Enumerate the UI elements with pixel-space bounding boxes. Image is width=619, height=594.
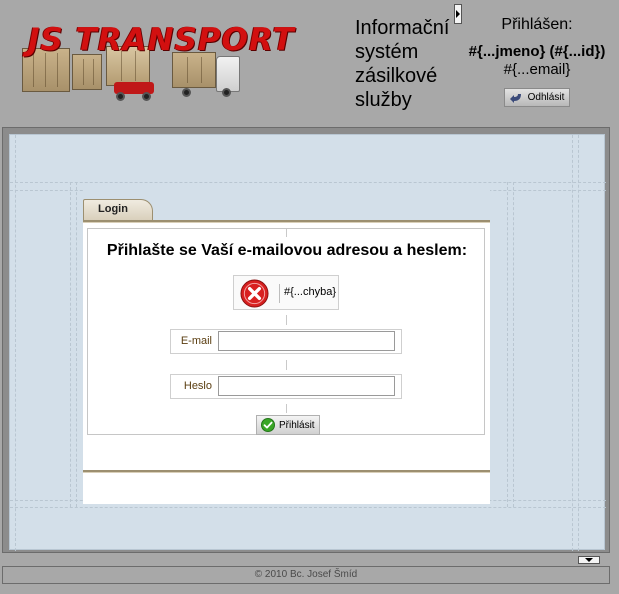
- connector-line: [286, 360, 287, 370]
- layout-guide: [70, 182, 71, 507]
- login-status: Přihlášen:: [501, 16, 573, 33]
- app-title: Informační systém zásilkové služby: [355, 16, 465, 112]
- layout-guide: [10, 507, 606, 508]
- company-logo: JS TRANSPORT: [22, 16, 322, 108]
- app-title-line: Informační: [355, 17, 450, 39]
- login-panel: Login Přihlašte se Vaší e-mailovou adres…: [83, 190, 490, 504]
- login-form: Přihlašte se Vaší e-mailovou adresou a h…: [87, 228, 485, 435]
- email-row: E-mail: [170, 329, 402, 354]
- tab-divider: [83, 220, 490, 223]
- password-row: Heslo: [170, 374, 402, 399]
- container-illustration-2: [72, 54, 102, 90]
- logout-label: Odhlásit: [527, 92, 565, 103]
- layout-guide: [513, 182, 514, 507]
- email-label: E-mail: [180, 335, 212, 347]
- connector-line: [286, 315, 287, 325]
- logo-text: JS TRANSPORT: [28, 22, 295, 58]
- checkmark-icon: [261, 418, 275, 432]
- logout-button[interactable]: Odhlásit: [503, 88, 571, 107]
- layout-guide: [572, 135, 573, 551]
- content-area: Login Přihlašte se Vaší e-mailovou adres…: [9, 134, 606, 551]
- copyright-text: © 2010 Bc. Josef Šmíd: [254, 569, 358, 580]
- error-separator: [279, 284, 280, 303]
- layout-guide: [76, 182, 77, 507]
- main-frame: Login Přihlašte se Vaší e-mailovou adres…: [2, 127, 610, 553]
- connector-line: [286, 404, 287, 413]
- app-title-line: systém: [355, 41, 419, 63]
- app-title-line: zásilkové: [355, 65, 438, 87]
- email-field[interactable]: [218, 331, 395, 351]
- login-heading: Přihlašte se Vaší e-mailovou adresou a h…: [106, 242, 468, 259]
- user-name: #{...jmeno} (#{...id}): [468, 43, 606, 60]
- error-x-icon: [240, 279, 269, 308]
- error-message: #{...chyba}: [284, 286, 336, 298]
- layout-guide: [507, 182, 508, 507]
- tab-login[interactable]: Login: [83, 199, 153, 220]
- app-title-line: služby: [355, 89, 412, 111]
- panel-bottom-divider: [83, 470, 490, 473]
- logout-arrow-icon: [509, 93, 521, 103]
- user-info: Přihlášen: #{...jmeno} (#{...id}) #{...e…: [462, 16, 612, 109]
- password-label: Heslo: [183, 380, 212, 392]
- login-submit-label: Přihlásit: [279, 419, 315, 431]
- layout-guide: [10, 182, 606, 183]
- error-message-box: #{...chyba}: [233, 275, 339, 310]
- login-submit-button[interactable]: Přihlásit: [256, 415, 320, 435]
- page-footer: © 2010 Bc. Josef Šmíd: [2, 566, 610, 584]
- connector-line: [286, 229, 287, 237]
- user-email: #{...email}: [503, 61, 571, 78]
- collapse-down-button[interactable]: [578, 556, 600, 564]
- page-header: JS TRANSPORT Informační systém zásilkové…: [0, 0, 619, 128]
- layout-guide: [578, 135, 579, 551]
- truck-illustration: [216, 56, 240, 92]
- password-field[interactable]: [218, 376, 395, 396]
- tab-strip: Login: [83, 190, 490, 220]
- expand-arrow-button[interactable]: [454, 4, 462, 24]
- layout-guide: [15, 135, 16, 551]
